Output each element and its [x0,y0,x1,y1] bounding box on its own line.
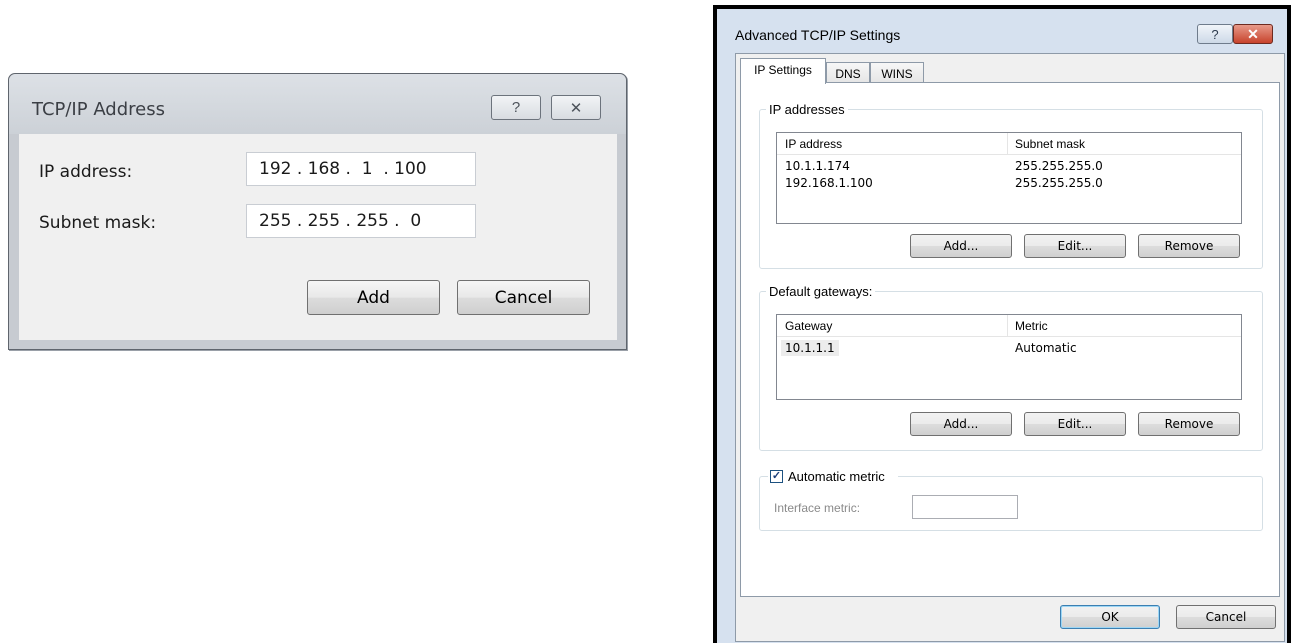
metric-cell: Automatic [1015,341,1077,355]
ip-edit-button[interactable]: Edit... [1024,234,1126,258]
subnet-mask-cell: 255.255.255.0 [1015,176,1103,190]
column-divider [1007,315,1008,337]
automatic-metric-option[interactable]: ✓ Automatic metric [768,469,898,485]
tcpip-address-dialog: TCP/IP Address ? ✕ IP address: 192 . 168… [8,73,627,350]
ip-address-field[interactable]: 192 . 168 . 1 . 100 [246,152,476,186]
dialog-body: IP Settings DNS WINS IP addresses IP add… [735,53,1285,642]
ip-settings-panel: IP addresses IP address Subnet mask 10.1… [740,82,1280,597]
gateway-list[interactable]: Gateway Metric 10.1.1.1 Automatic [776,314,1242,400]
automatic-metric-checkbox[interactable]: ✓ [770,470,783,483]
list-header: IP address Subnet mask [777,133,1241,155]
close-button[interactable]: ✕ [551,95,601,120]
cancel-button[interactable]: Cancel [1176,605,1276,629]
tab-ip-settings[interactable]: IP Settings [740,58,826,84]
subnet-mask-field[interactable]: 255 . 255 . 255 . 0 [246,204,476,238]
help-icon: ? [1211,26,1219,42]
automatic-metric-label: Automatic metric [788,469,885,484]
subnet-mask-label: Subnet mask: [39,213,157,233]
dialog-title: TCP/IP Address [32,99,165,120]
column-header-ip-address[interactable]: IP address [785,137,842,151]
metric-group: ✓ Automatic metric Interface metric: [759,469,1263,531]
advanced-tcpip-settings-dialog: Advanced TCP/IP Settings ? ✕ IP Settings… [713,5,1291,643]
gateway-cell: 10.1.1.1 [781,340,839,356]
default-gateways-group-title: Default gateways: [766,284,876,299]
title-bar: TCP/IP Address ? ✕ [9,74,626,134]
ip-address-list[interactable]: IP address Subnet mask 10.1.1.174 255.25… [776,132,1242,224]
dialog-client-area: IP address: 192 . 168 . 1 . 100 Subnet m… [19,134,617,340]
ip-remove-button[interactable]: Remove [1138,234,1240,258]
tab-dns[interactable]: DNS [826,62,870,84]
ip-add-button[interactable]: Add... [910,234,1012,258]
ip-address-label: IP address: [39,162,133,182]
default-gateways-group: Default gateways: Gateway Metric 10.1.1.… [759,284,1263,451]
cancel-button[interactable]: Cancel [457,280,590,315]
help-icon: ? [511,99,521,116]
close-icon: ✕ [569,99,583,117]
column-header-gateway[interactable]: Gateway [785,319,832,333]
gateway-remove-button[interactable]: Remove [1138,412,1240,436]
ip-address-cell: 192.168.1.100 [785,176,873,190]
gateway-edit-button[interactable]: Edit... [1024,412,1126,436]
add-button[interactable]: Add [307,280,440,315]
column-divider [1007,133,1008,155]
list-header: Gateway Metric [777,315,1241,337]
ip-addresses-group: IP addresses IP address Subnet mask 10.1… [759,102,1263,269]
subnet-mask-cell: 255.255.255.0 [1015,159,1103,173]
close-button[interactable]: ✕ [1233,24,1273,44]
gateway-add-button[interactable]: Add... [910,412,1012,436]
interface-metric-label: Interface metric: [774,501,861,515]
tab-wins[interactable]: WINS [870,62,924,84]
help-button[interactable]: ? [491,95,541,120]
dialog-title: Advanced TCP/IP Settings [735,27,901,43]
interface-metric-field[interactable] [912,495,1018,519]
ip-addresses-group-title: IP addresses [766,102,848,117]
ip-address-cell: 10.1.1.174 [785,159,850,173]
ok-button[interactable]: OK [1060,605,1160,629]
column-header-metric[interactable]: Metric [1015,319,1048,333]
close-icon: ✕ [1247,25,1259,42]
help-button[interactable]: ? [1197,24,1233,44]
column-header-subnet-mask[interactable]: Subnet mask [1015,137,1085,151]
